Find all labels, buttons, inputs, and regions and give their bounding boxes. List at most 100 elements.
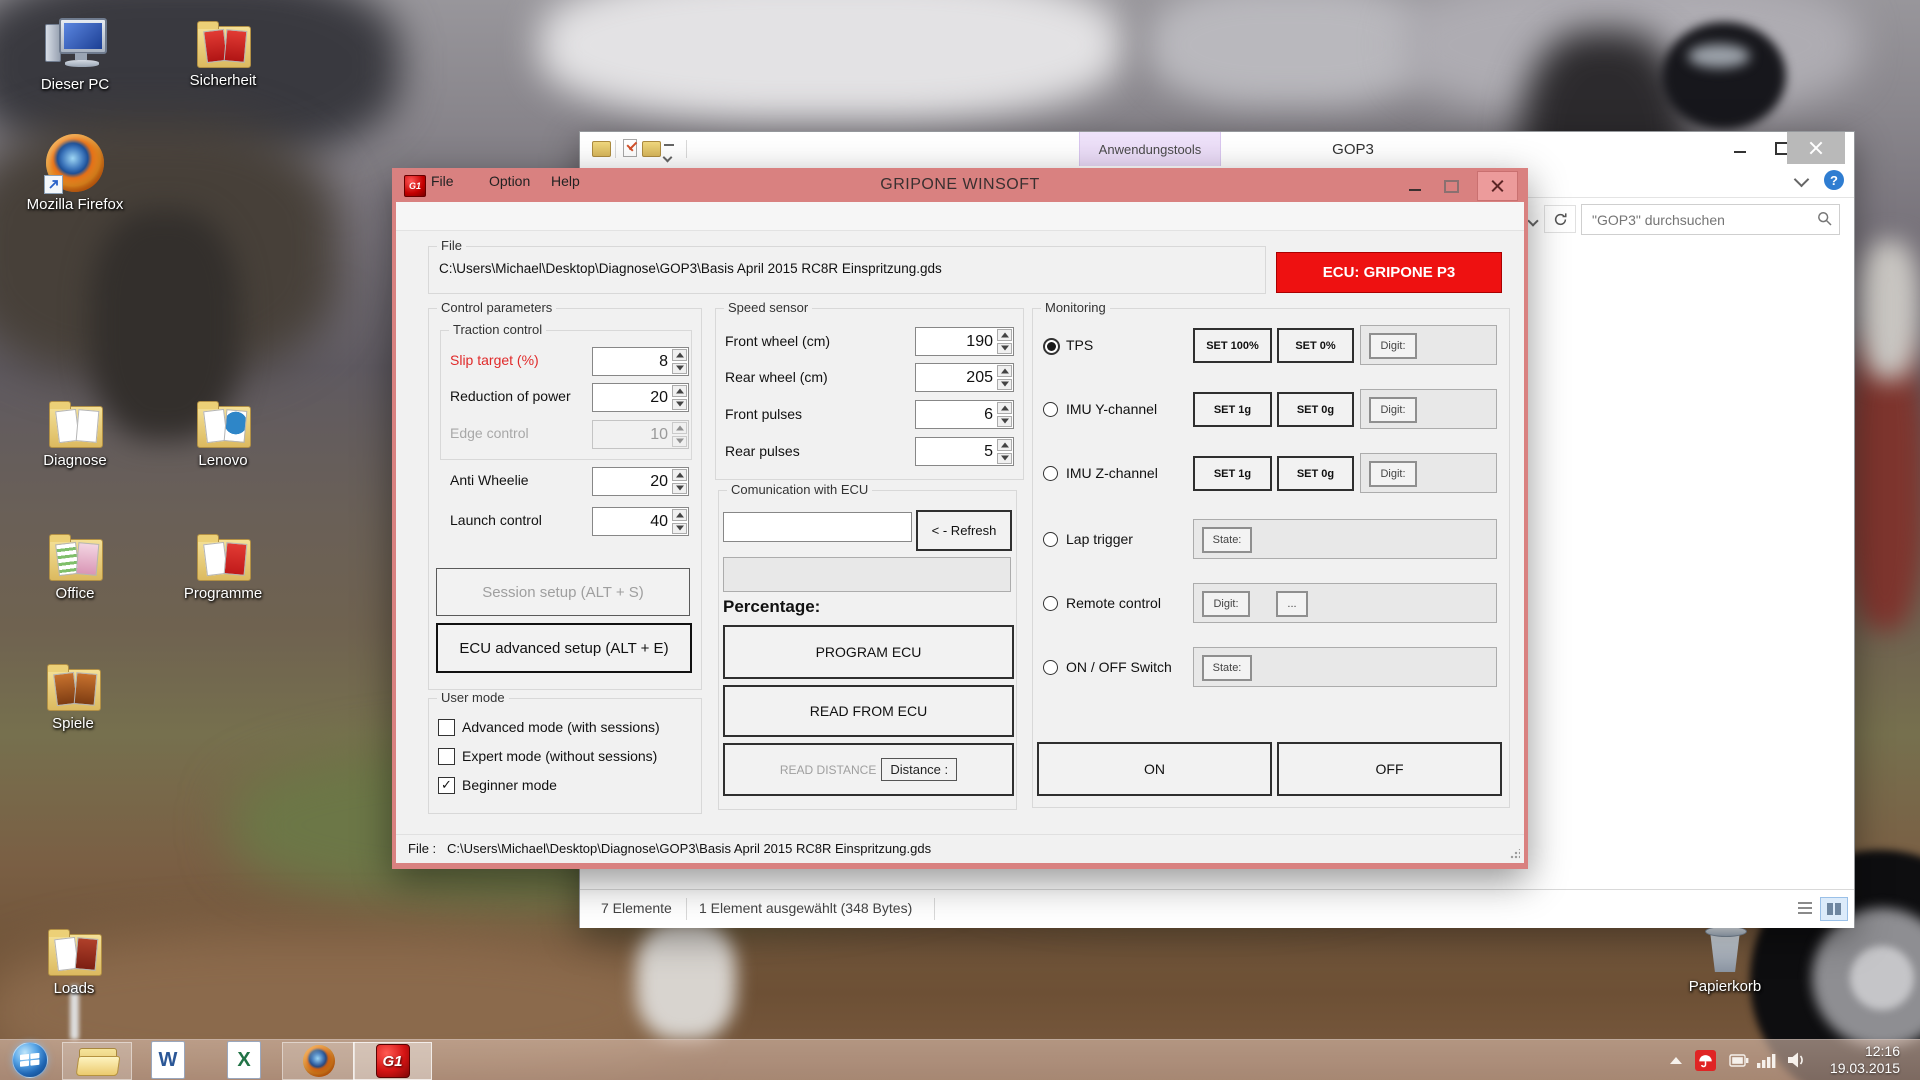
spin-down-icon[interactable] [672,399,687,411]
ribbon-contextual-tab[interactable]: Anwendungstools [1079,132,1221,166]
spin-down-icon[interactable] [672,483,687,495]
refresh-button[interactable] [1544,205,1576,233]
digit-field: Digit: [1202,591,1250,617]
tray-battery-icon[interactable] [1728,1040,1750,1080]
start-button[interactable] [4,1042,56,1078]
desktop-icon-spiele[interactable]: Spiele [13,651,133,732]
imu-z-radio[interactable] [1043,466,1058,481]
com-port-input[interactable] [723,512,912,542]
spin-up-icon[interactable] [997,402,1012,414]
taskbar-firefox-button[interactable] [282,1042,355,1080]
rear-wheel-input[interactable] [916,364,996,391]
qat-folder-icon[interactable] [592,141,611,157]
menu-help[interactable]: Help [551,173,580,189]
taskbar-clock[interactable]: 12:16 19.03.2015 [1830,1043,1900,1077]
explorer-close-button[interactable] [1787,132,1845,164]
qat-properties-icon[interactable] [623,139,637,157]
desktop-icon-firefox[interactable]: Mozilla Firefox [15,132,135,213]
desktop-icon-loads[interactable]: Loads [14,916,134,997]
set-1g-z-button[interactable]: SET 1g [1193,456,1272,491]
spin-down-icon[interactable] [672,363,687,375]
resize-grip-icon[interactable] [1510,849,1520,859]
gripone-minimize-button[interactable] [1398,174,1432,198]
taskbar-explorer-button[interactable] [62,1042,132,1080]
ribbon-expand-icon[interactable] [1796,172,1807,190]
view-list-button[interactable] [1792,897,1818,919]
lap-trigger-panel: State: [1193,519,1497,559]
refresh-com-button[interactable]: < - Refresh [916,510,1012,551]
taskbar-word-button[interactable]: W [140,1042,196,1078]
on-off-switch-radio[interactable] [1043,660,1058,675]
session-setup-button[interactable]: Session setup (ALT + S) [436,568,690,616]
spin-up-icon[interactable] [997,329,1012,341]
tps-radio[interactable] [1043,338,1060,355]
set-0-button[interactable]: SET 0% [1277,328,1354,363]
tray-expand-button[interactable] [1666,1040,1686,1080]
program-ecu-button[interactable]: PROGRAM ECU [723,625,1014,679]
tray-avira-icon[interactable] [1694,1040,1716,1080]
spin-down-icon[interactable] [997,343,1012,355]
view-details-button[interactable] [1820,897,1848,921]
anti-wheelie-input[interactable] [593,468,671,495]
help-icon[interactable]: ? [1824,170,1844,190]
file-groupbox-label: File [437,238,466,254]
on-button[interactable]: ON [1037,742,1272,796]
set-100-button[interactable]: SET 100% [1193,328,1272,363]
tray-volume-icon[interactable] [1785,1040,1811,1080]
spin-up-icon[interactable] [997,365,1012,377]
folder-icon [45,663,101,711]
qat-new-folder-icon[interactable] [642,141,661,157]
spin-down-icon[interactable] [997,416,1012,428]
taskbar-excel-button[interactable]: X [216,1042,272,1078]
set-0g-y-button[interactable]: SET 0g [1277,392,1354,427]
lap-trigger-radio[interactable] [1043,532,1058,547]
reduction-of-power-input[interactable] [593,384,671,411]
imu-y-radio[interactable] [1043,402,1058,417]
desktop-icon-programme[interactable]: Programme [163,521,283,602]
launch-control-input[interactable] [593,508,671,535]
anti-wheelie-spinner [592,467,689,496]
ecu-status-button[interactable]: ECU: GRIPONE P3 [1276,252,1502,293]
gripone-close-button[interactable] [1477,171,1518,201]
read-from-ecu-button[interactable]: READ FROM ECU [723,685,1014,737]
search-icon[interactable] [1817,211,1833,227]
browse-button[interactable]: ... [1276,591,1308,617]
advanced-mode-checkbox[interactable] [438,719,455,736]
menu-option[interactable]: Option [489,173,530,189]
desktop-icon-office[interactable]: Office [15,521,135,602]
spin-up-icon[interactable] [672,349,687,361]
spin-up-icon[interactable] [672,509,687,521]
spin-up-icon[interactable] [997,439,1012,451]
ecu-advanced-setup-button[interactable]: ECU advanced setup (ALT + E) [436,623,692,673]
rear-pulses-input[interactable] [916,438,996,465]
spin-up-icon[interactable] [672,385,687,397]
gripone-maximize-button[interactable] [1434,174,1468,198]
desktop-icon-lenovo[interactable]: Lenovo [163,388,283,469]
slip-target-input[interactable] [593,348,671,375]
addressbar-dropdown-icon[interactable] [1529,212,1537,230]
search-input[interactable] [1590,205,1809,234]
spin-down-icon[interactable] [997,453,1012,465]
set-1g-y-button[interactable]: SET 1g [1193,392,1272,427]
spin-up-icon[interactable] [672,469,687,481]
off-button[interactable]: OFF [1277,742,1502,796]
desktop-icon-sicherheit[interactable]: Sicherheit [163,8,283,89]
spin-down-icon[interactable] [997,379,1012,391]
front-pulses-input[interactable] [916,401,996,428]
taskbar-gripone-button[interactable]: G1 [353,1042,432,1080]
remote-control-radio[interactable] [1043,596,1058,611]
front-wheel-input[interactable] [916,328,996,355]
expert-mode-checkbox[interactable] [438,748,455,765]
explorer-minimize-button[interactable] [1720,132,1760,164]
qat-dropdown-icon[interactable] [664,144,674,166]
spin-down-icon[interactable] [672,523,687,535]
desktop-icon-diagnose[interactable]: Diagnose [15,388,135,469]
explorer-titlebar[interactable]: Anwendungstools GOP3 [580,132,1854,166]
tray-network-icon[interactable] [1755,1040,1779,1080]
beginner-mode-checkbox[interactable]: ✓ [438,777,455,794]
set-0g-z-button[interactable]: SET 0g [1277,456,1354,491]
read-distance-button[interactable]: READ DISTANCE Distance : [723,743,1014,796]
menu-file[interactable]: File [431,173,454,189]
search-box[interactable] [1581,204,1840,235]
desktop-icon-dieser-pc[interactable]: Dieser PC [15,12,135,93]
